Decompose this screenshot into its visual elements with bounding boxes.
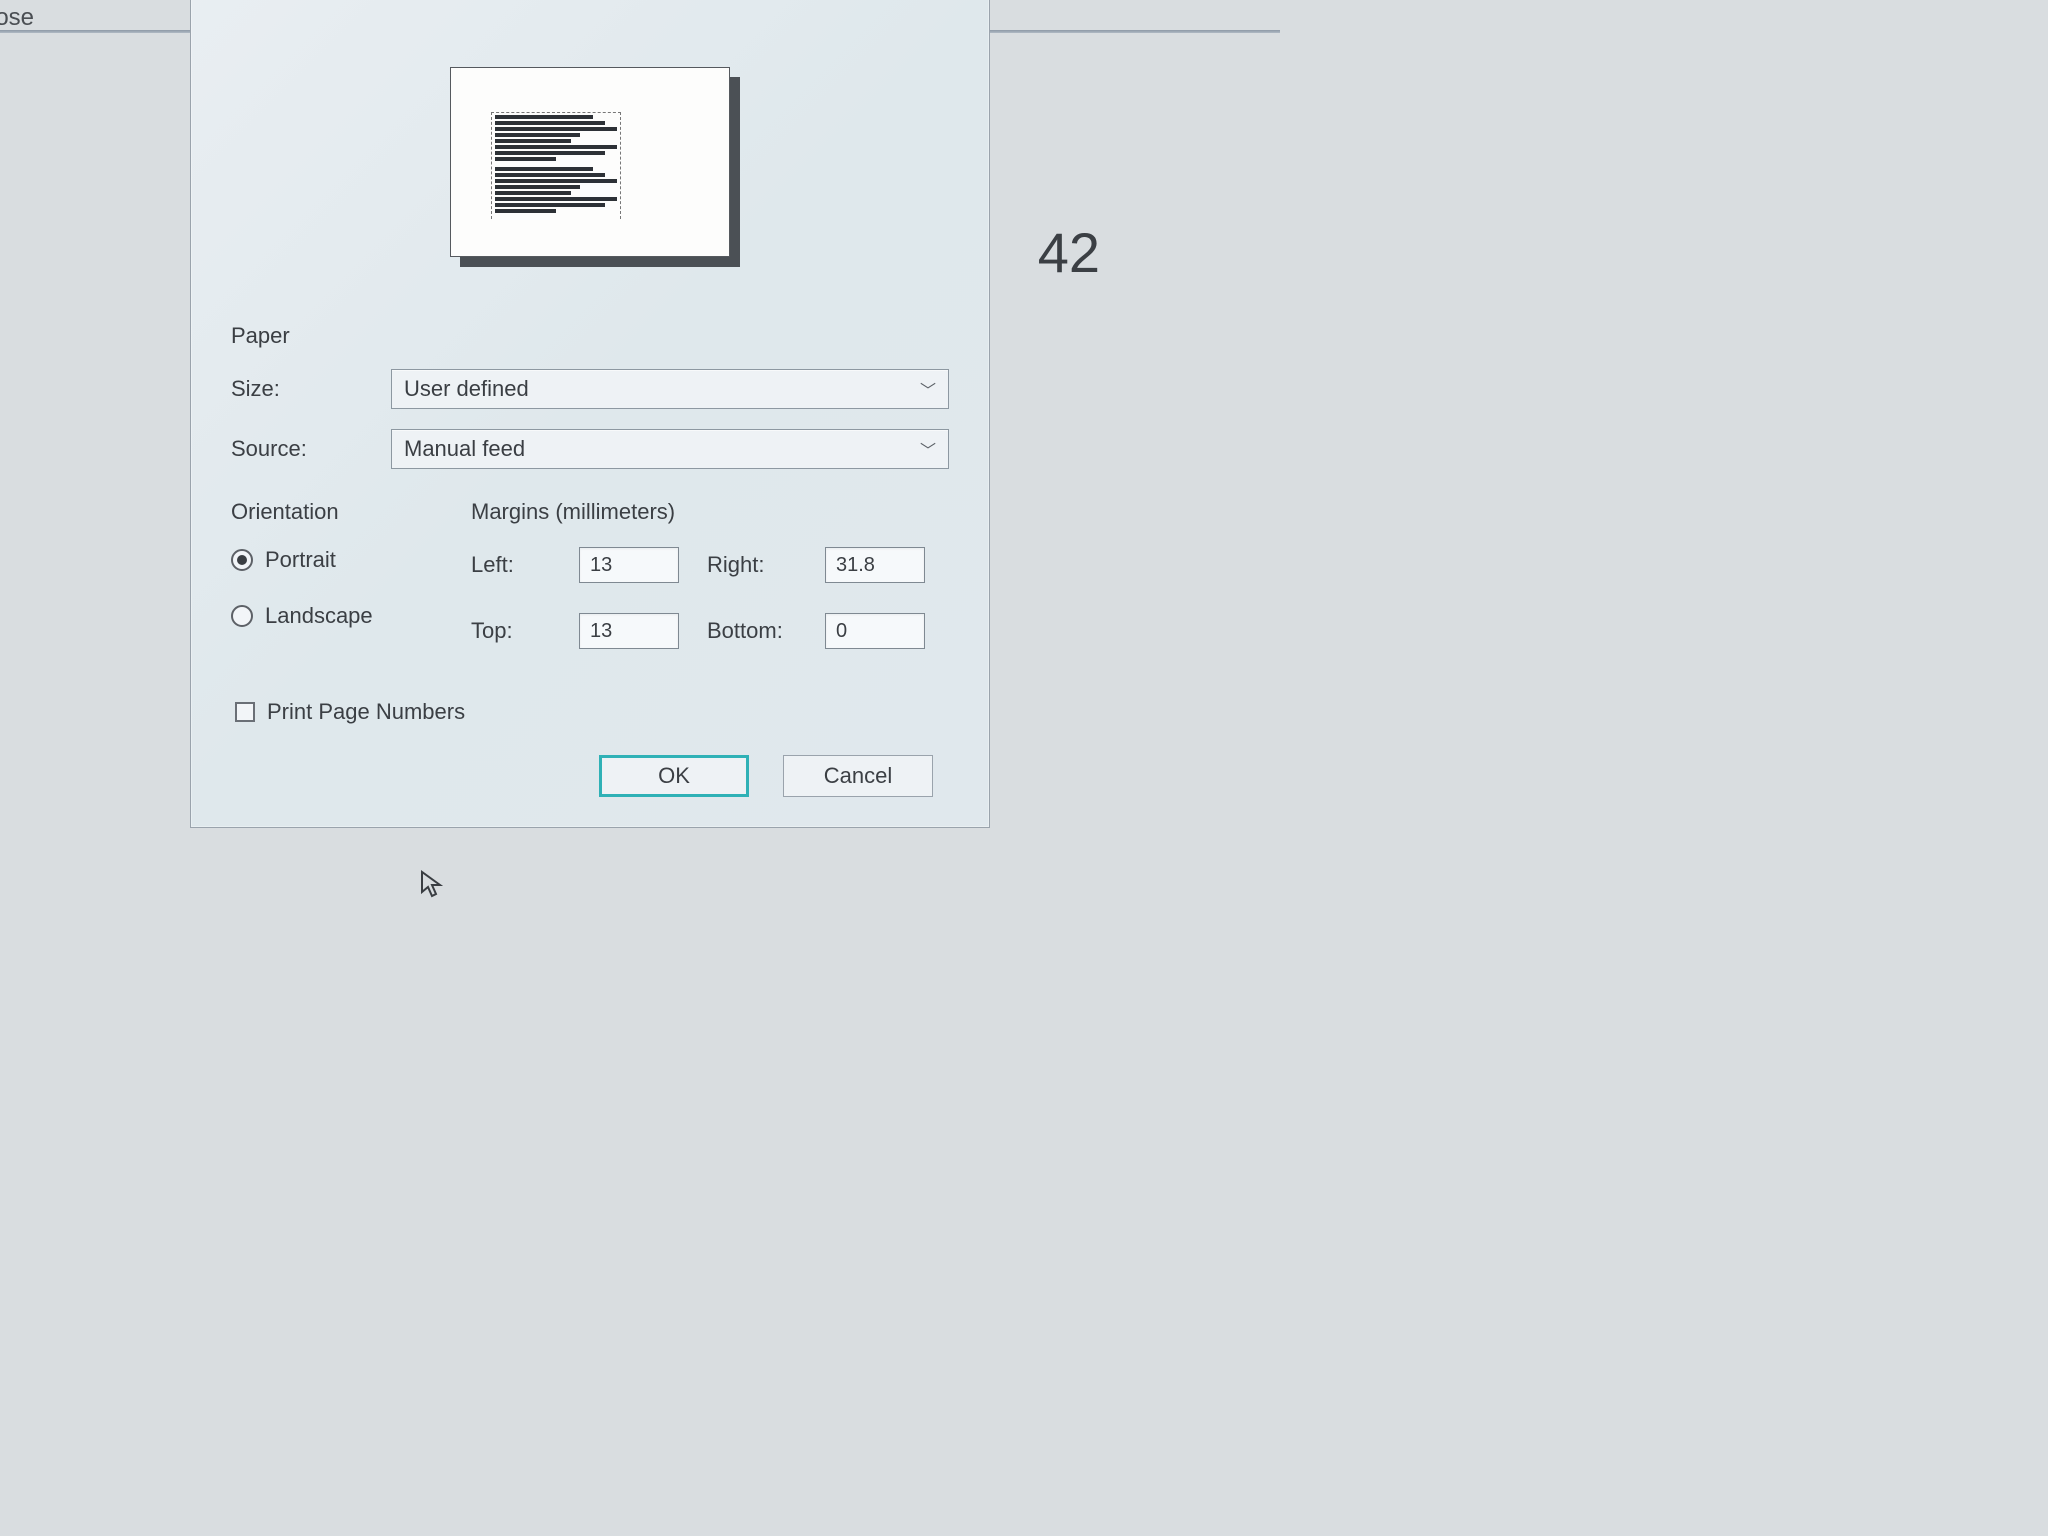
cancel-button[interactable]: Cancel: [783, 755, 933, 797]
margin-top-label: Top:: [471, 618, 561, 644]
paper-size-select[interactable]: User defined ﹀: [391, 369, 949, 409]
print-page-numbers-label: Print Page Numbers: [267, 699, 465, 725]
background-number: 42: [1038, 220, 1100, 285]
landscape-label: Landscape: [265, 603, 373, 629]
checkbox-icon: [235, 702, 255, 722]
margin-bottom-label: Bottom:: [707, 618, 807, 644]
radio-icon: [231, 605, 253, 627]
print-page-numbers-checkbox[interactable]: Print Page Numbers: [235, 699, 949, 725]
close-icon[interactable]: ✕: [939, 0, 979, 5]
margin-right-label: Right:: [707, 552, 807, 578]
chevron-down-icon: ﹀: [920, 377, 936, 401]
dialog-title: Page Setup: [209, 0, 314, 1]
paper-source-select[interactable]: Manual feed ﹀: [391, 429, 949, 469]
paper-size-value: User defined: [404, 376, 529, 402]
chevron-down-icon: ﹀: [920, 437, 936, 461]
paper-source-value: Manual feed: [404, 436, 525, 462]
margin-top-input[interactable]: [579, 613, 679, 649]
preview-page: [450, 67, 730, 257]
portrait-label: Portrait: [265, 547, 336, 573]
margin-bottom-input[interactable]: [825, 613, 925, 649]
radio-icon: [231, 549, 253, 571]
dialog-titlebar: Page Setup ✕: [191, 0, 989, 17]
ok-button[interactable]: OK: [599, 755, 749, 797]
mouse-cursor-icon: [420, 870, 444, 907]
page-preview: [191, 17, 989, 297]
margins-label: Margins (millimeters): [471, 499, 949, 525]
margin-left-label: Left:: [471, 552, 561, 578]
margin-left-input[interactable]: [579, 547, 679, 583]
size-label: Size:: [231, 376, 391, 402]
orientation-portrait-radio[interactable]: Portrait: [231, 547, 431, 573]
orientation-landscape-radio[interactable]: Landscape: [231, 603, 431, 629]
source-label: Source:: [231, 436, 391, 462]
paper-group-label: Paper: [231, 323, 949, 349]
page-setup-dialog: Page Setup ✕: [190, 0, 990, 828]
margin-right-input[interactable]: [825, 547, 925, 583]
orientation-label: Orientation: [231, 499, 431, 525]
